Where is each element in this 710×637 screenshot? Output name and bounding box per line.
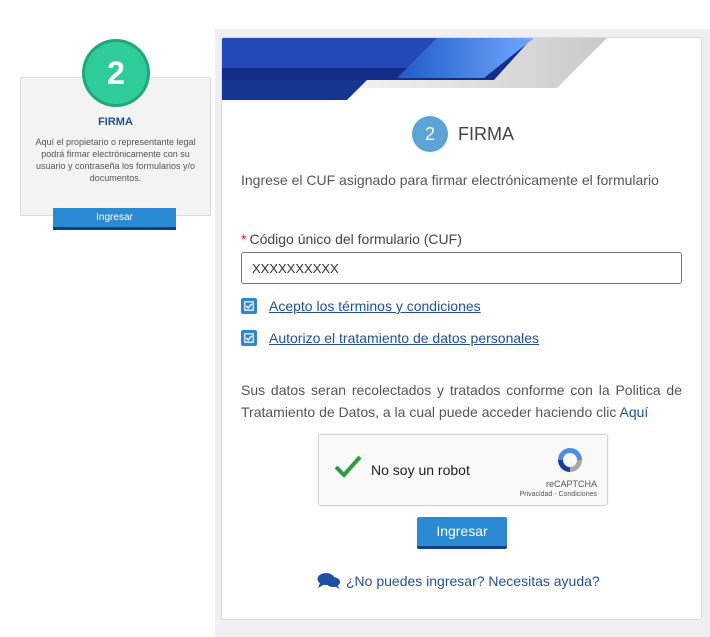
checkmark-icon — [244, 301, 254, 311]
cuf-field-label: * Código único del formulario (CUF) — [241, 231, 462, 247]
header-banner — [222, 38, 607, 100]
recaptcha-label: No soy un robot — [371, 462, 470, 478]
step-card-ingresar-button[interactable]: Ingresar — [53, 208, 176, 230]
recaptcha-widget: No soy un robot reCAPTCHA Privacidad - C… — [318, 434, 608, 506]
recaptcha-brand: reCAPTCHA — [545, 479, 597, 489]
help-link-row[interactable]: ¿No puedes ingresar? Necesitas ayuda? — [317, 571, 600, 591]
sign-form-panel: 2 FIRMA Ingrese el CUF asignado para fir… — [221, 37, 702, 620]
data-consent-checkbox[interactable] — [241, 330, 257, 346]
checkmark-icon — [244, 333, 254, 343]
terms-link[interactable]: Acepto los términos y condiciones — [269, 298, 481, 314]
form-step-title: FIRMA — [458, 123, 514, 144]
data-consent-link[interactable]: Autorizo el tratamiento de datos persona… — [269, 330, 539, 346]
required-asterisk: * — [241, 231, 247, 247]
recaptcha-checkmark-icon[interactable] — [333, 451, 363, 481]
help-link[interactable]: ¿No puedes ingresar? Necesitas ayuda? — [346, 573, 600, 589]
cuf-input[interactable] — [241, 252, 682, 284]
step-card-description: Aquí el propietario o representante lega… — [35, 137, 196, 183]
recaptcha-terms-links[interactable]: Privacidad - Condiciones — [520, 491, 597, 498]
recaptcha-logo-icon — [558, 448, 582, 472]
cuf-label-text: Código único del formulario (CUF) — [249, 231, 462, 247]
step-number-badge: 2 — [85, 42, 147, 104]
form-step-header: 2 FIRMA — [412, 116, 514, 152]
terms-checkbox[interactable] — [241, 298, 257, 314]
privacy-policy-link[interactable]: Aquí — [620, 404, 649, 420]
form-step-number: 2 — [412, 116, 448, 152]
data-consent-checkbox-row: Autorizo el tratamiento de datos persona… — [241, 328, 539, 348]
step-card-title: FIRMA — [98, 116, 133, 128]
ingresar-button[interactable]: Ingresar — [417, 517, 507, 549]
chat-bubbles-icon — [317, 573, 340, 589]
terms-checkbox-row: Acepto los términos y condiciones — [241, 296, 481, 316]
privacy-notice-text: Sus datos seran recolectados y tratados … — [241, 382, 682, 420]
privacy-notice: Sus datos seran recolectados y tratados … — [241, 379, 682, 423]
instruction-text: Ingrese el CUF asignado para firmar elec… — [241, 172, 659, 188]
